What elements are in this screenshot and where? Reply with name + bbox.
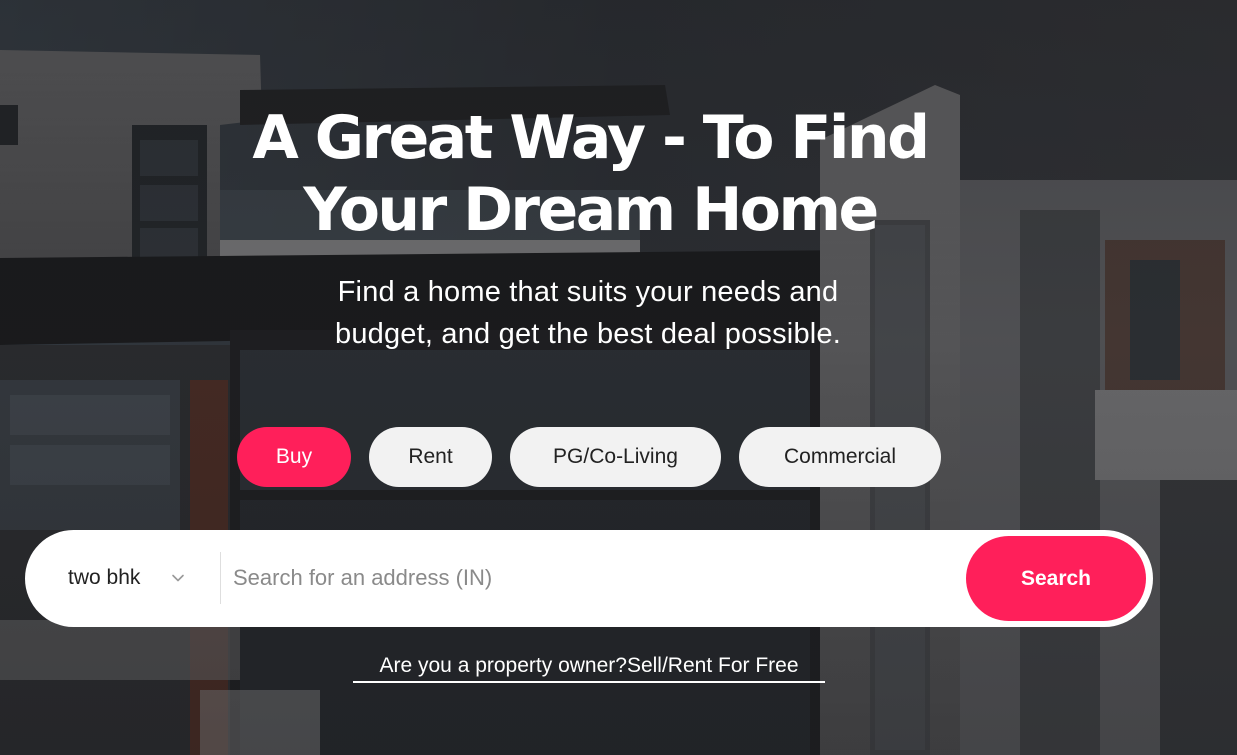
hero-subtitle: Find a home that suits your needs and bu… (270, 271, 906, 355)
search-button[interactable]: Search (966, 536, 1146, 621)
hero-subtitle-line-1: Find a home that suits your needs and (337, 276, 839, 308)
hero-title-line-1: A Great Way - To Find (252, 103, 930, 173)
chevron-down-icon (172, 574, 184, 582)
hero-title-line-2: Your Dream Home (303, 175, 879, 245)
property-type-select[interactable]: two bhk (25, 530, 220, 627)
hero-subtitle-line-2: budget, and get the best deal possible. (334, 318, 841, 350)
search-bar: two bhk Search (25, 530, 1153, 627)
tab-rent[interactable]: Rent (369, 427, 492, 487)
hero-title: A Great Way - To Find Your Dream Home (190, 102, 990, 246)
property-owner-link[interactable]: Are you a property owner?Sell/Rent For F… (353, 652, 825, 683)
hero-section: A Great Way - To Find Your Dream Home Fi… (0, 0, 1237, 755)
tab-commercial[interactable]: Commercial (739, 427, 941, 487)
search-divider (220, 552, 221, 604)
address-search-input[interactable] (233, 556, 953, 600)
tab-buy[interactable]: Buy (237, 427, 351, 487)
tab-pg-co-living[interactable]: PG/Co-Living (510, 427, 721, 487)
property-type-value: two bhk (68, 566, 141, 589)
